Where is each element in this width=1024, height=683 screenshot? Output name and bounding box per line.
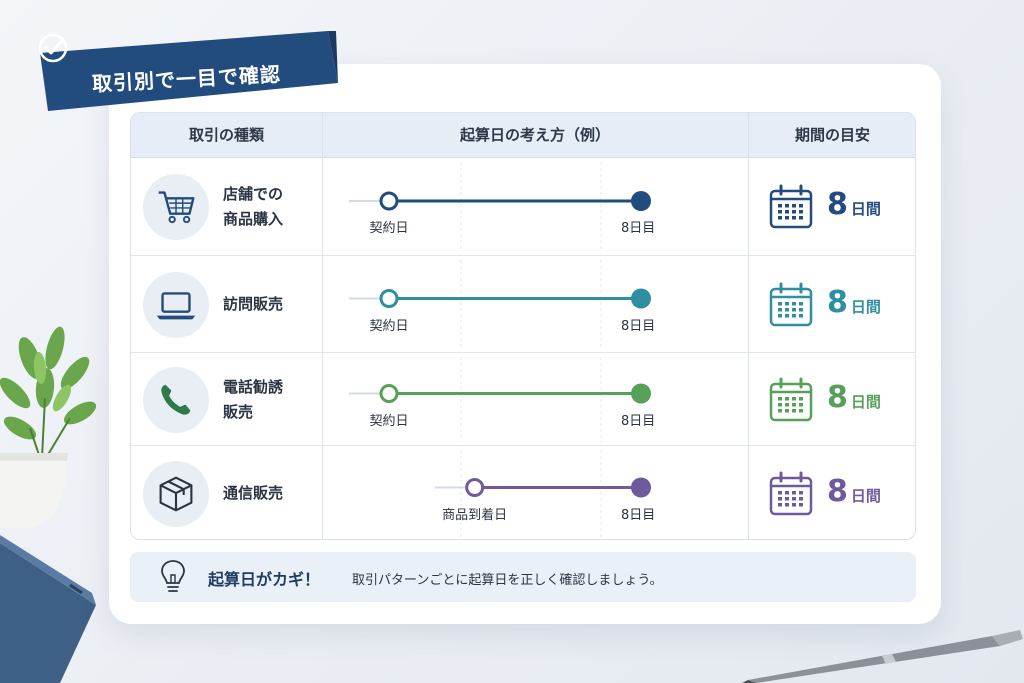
timeline-start-label: 契約日 bbox=[369, 221, 409, 236]
title-banner: 取引別で一目で確認 bbox=[36, 31, 338, 111]
timeline-start-label: 契約日 bbox=[369, 318, 409, 334]
table-row: 店舗での 商品購入契約日 8日目 8 日間 bbox=[131, 158, 915, 256]
header-type: 取引の種類 bbox=[188, 126, 264, 144]
check-circle-icon bbox=[38, 33, 68, 63]
period-unit: 日間 bbox=[850, 297, 881, 316]
timeline-end-label: 8日目 bbox=[621, 318, 656, 334]
table-row: 訪問販売契約日 8日目 8 日間 bbox=[131, 256, 915, 353]
shopping-cart-icon bbox=[158, 191, 195, 224]
row-icon-circle bbox=[143, 174, 209, 240]
comparison-table: 取引の種類 起算日の考え方（例） 期間の目安 店舗での 商品購入 契約日 8日目 8 日… bbox=[130, 112, 916, 540]
row-type-label: 通信販売 bbox=[223, 484, 284, 502]
timeline bbox=[349, 357, 651, 442]
timeline-end-point bbox=[631, 288, 651, 309]
period-value: 8 日間 bbox=[827, 380, 881, 415]
tip-title: 起算日がカギ！ bbox=[208, 570, 321, 589]
notebook-decoration bbox=[0, 535, 96, 683]
row-type-label: 訪問販売 bbox=[223, 295, 284, 313]
period-value: 8 日間 bbox=[827, 187, 881, 222]
tip-box: 起算日がカギ！ 取引パターンごとに起算日を正しく確認しましょう。 bbox=[130, 552, 916, 602]
timeline-end-point bbox=[631, 477, 651, 498]
period-unit: 日間 bbox=[850, 392, 881, 411]
timeline bbox=[349, 260, 651, 349]
table-header: 取引の種類 起算日の考え方（例） 期間の目安 bbox=[131, 113, 915, 158]
header-period: 期間の目安 bbox=[794, 126, 870, 144]
timeline-start-label: 契約日 bbox=[369, 413, 409, 429]
period-unit: 日間 bbox=[850, 486, 881, 505]
phone-icon bbox=[161, 384, 191, 415]
period-number: 8 bbox=[827, 473, 848, 509]
laptop-icon bbox=[156, 291, 196, 319]
calendar-icon bbox=[769, 282, 813, 326]
timeline-end-label: 8日目 bbox=[621, 507, 656, 523]
timeline bbox=[434, 450, 651, 537]
timeline-start-label: 商品到着日 bbox=[442, 507, 508, 523]
period-value: 8 日間 bbox=[827, 474, 881, 509]
tip-text: 取引パターンごとに起算日を正しく確認しましょう。 bbox=[352, 573, 663, 588]
table-row: 通信販売商品到着日 8日目 8 日間 bbox=[131, 446, 915, 539]
timeline-start-point bbox=[379, 289, 399, 308]
potted-plant-decoration bbox=[0, 326, 97, 528]
calendar-icon bbox=[769, 377, 813, 421]
row-icon-circle bbox=[143, 366, 209, 433]
timeline-start-point bbox=[465, 478, 485, 497]
pen-decoration bbox=[742, 630, 1023, 683]
calendar-icon bbox=[769, 471, 813, 515]
timeline-start-point bbox=[379, 384, 399, 403]
table-row: 電話勧誘 販売契約日 8日目 8 日間 bbox=[131, 353, 915, 446]
timeline-start-point bbox=[379, 191, 399, 211]
calendar-icon bbox=[769, 184, 813, 229]
timeline bbox=[349, 162, 651, 252]
timeline-end-label: 8日目 bbox=[621, 413, 656, 429]
period-number: 8 bbox=[827, 379, 848, 415]
lightbulb-icon bbox=[161, 560, 185, 592]
row-type-label: 電話勧誘 販売 bbox=[223, 377, 284, 421]
header-start-date: 起算日の考え方（例） bbox=[459, 126, 610, 144]
timeline-end-point bbox=[631, 191, 651, 211]
period-value: 8 日間 bbox=[827, 285, 881, 320]
row-icon-circle bbox=[143, 271, 209, 338]
row-type-label: 店舗での 商品購入 bbox=[223, 185, 284, 228]
row-icon-circle bbox=[143, 460, 209, 527]
period-number: 8 bbox=[827, 187, 848, 222]
timeline-end-label: 8日目 bbox=[621, 221, 656, 236]
timeline-end-point bbox=[631, 383, 651, 404]
period-unit: 日間 bbox=[850, 200, 881, 218]
period-number: 8 bbox=[827, 284, 848, 320]
package-box-icon bbox=[159, 476, 193, 511]
